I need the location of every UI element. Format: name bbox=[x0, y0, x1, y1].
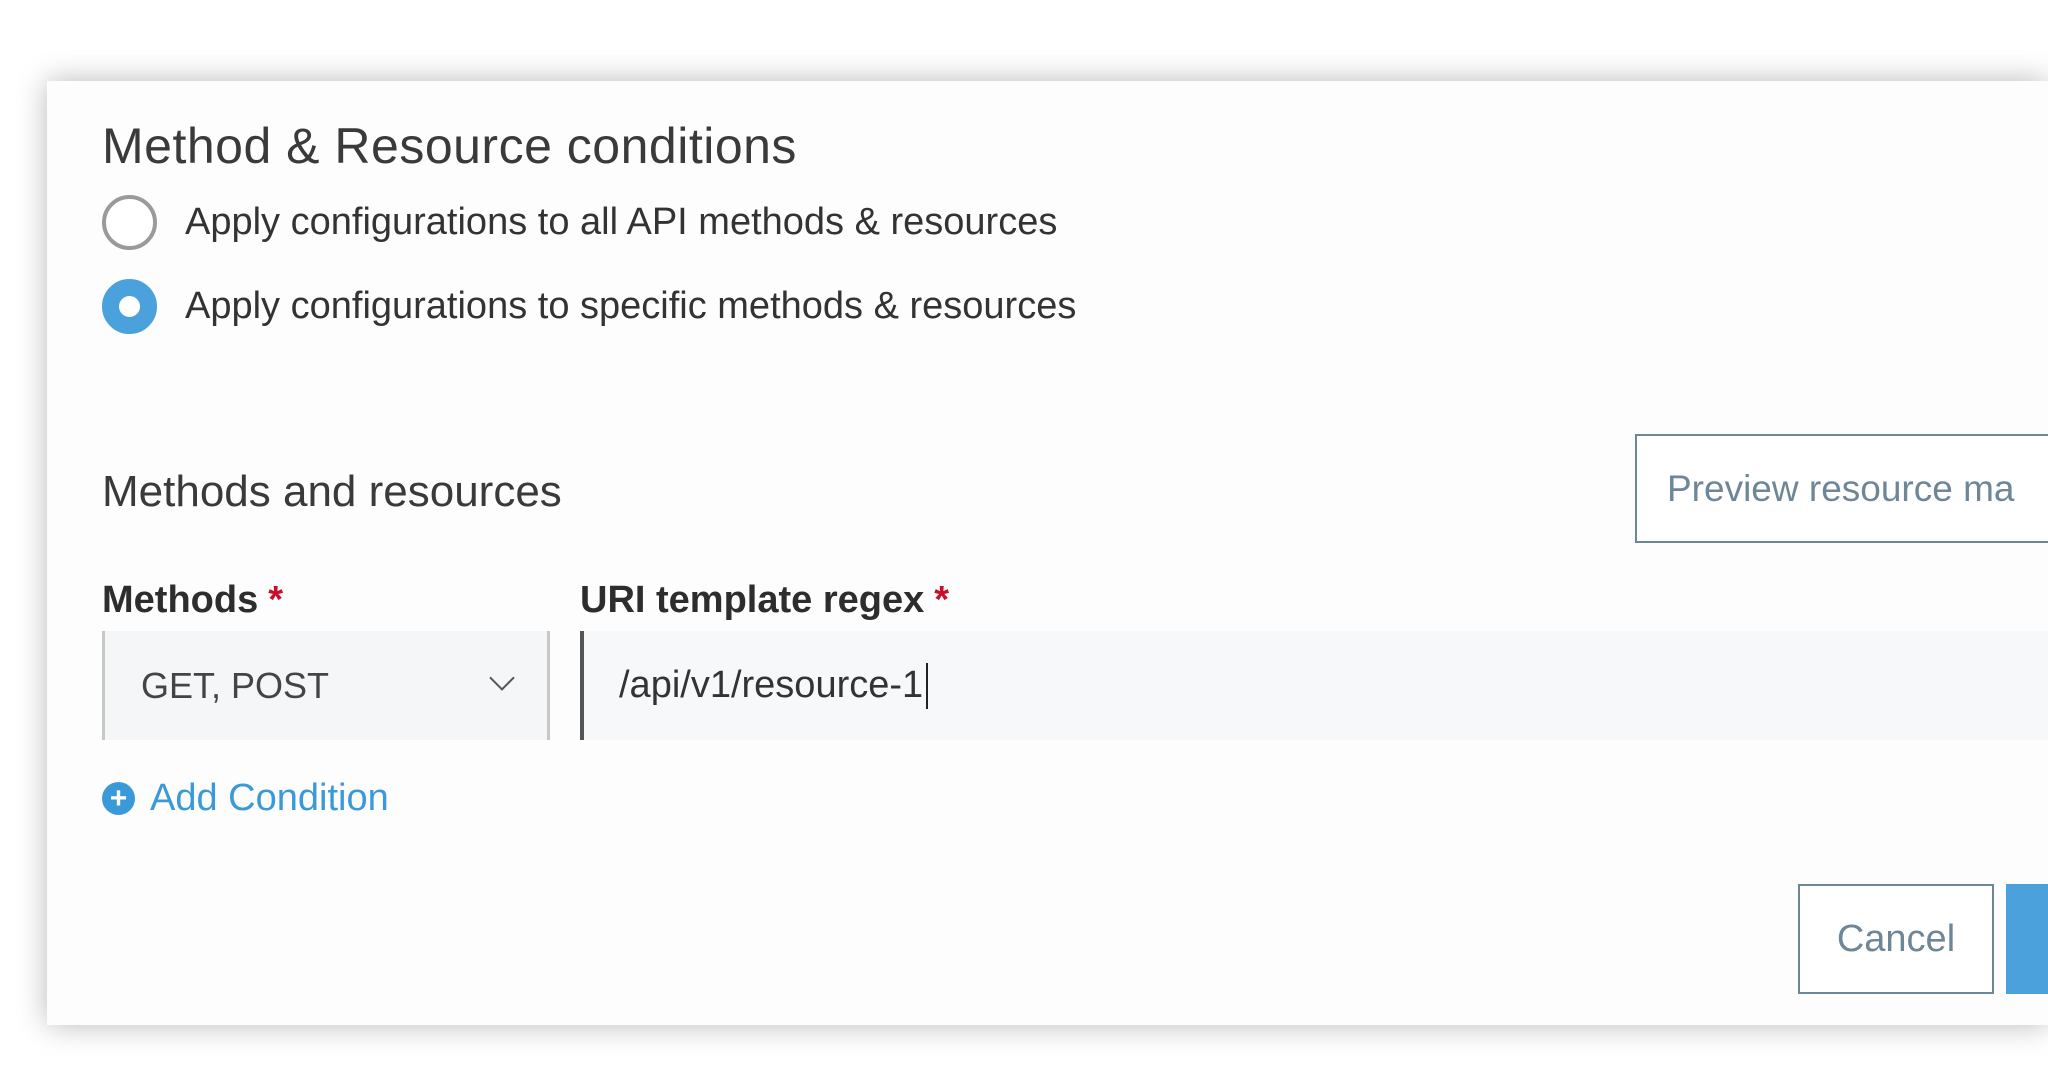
conditions-dialog: Method & Resource conditions Apply confi… bbox=[47, 81, 2048, 1025]
plus-circle-icon: + bbox=[102, 782, 135, 815]
uri-template-input[interactable]: /api/v1/resource-1 bbox=[580, 631, 2048, 740]
methods-label: Methods * bbox=[102, 579, 283, 622]
radio-unchecked-icon[interactable] bbox=[102, 195, 157, 250]
chevron-down-icon bbox=[489, 665, 515, 691]
methods-value: GET, POST bbox=[141, 664, 330, 706]
preview-resource-button[interactable]: Preview resource ma bbox=[1635, 434, 2048, 543]
radio-label: Apply configurations to specific methods… bbox=[185, 285, 1077, 327]
uri-label: URI template regex * bbox=[580, 579, 949, 622]
required-mark: * bbox=[934, 579, 950, 621]
required-mark: * bbox=[268, 579, 284, 621]
text-cursor bbox=[926, 662, 929, 709]
primary-button[interactable] bbox=[2006, 884, 2048, 994]
radio-all-methods[interactable]: Apply configurations to all API methods … bbox=[102, 195, 1057, 250]
methods-label-text: Methods bbox=[102, 579, 259, 621]
subsection-title: Methods and resources bbox=[102, 467, 562, 516]
radio-label: Apply configurations to all API methods … bbox=[185, 201, 1058, 243]
uri-value: /api/v1/resource-1 bbox=[619, 664, 924, 706]
cancel-button[interactable]: Cancel bbox=[1798, 884, 1994, 994]
section-title: Method & Resource conditions bbox=[102, 118, 797, 174]
radio-checked-icon[interactable] bbox=[102, 279, 157, 334]
add-condition-label: Add Condition bbox=[150, 777, 389, 819]
uri-label-text: URI template regex bbox=[580, 579, 925, 621]
add-condition-link[interactable]: + Add Condition bbox=[102, 777, 389, 820]
methods-select[interactable]: GET, POST bbox=[102, 631, 550, 740]
radio-specific-methods[interactable]: Apply configurations to specific methods… bbox=[102, 279, 1076, 334]
